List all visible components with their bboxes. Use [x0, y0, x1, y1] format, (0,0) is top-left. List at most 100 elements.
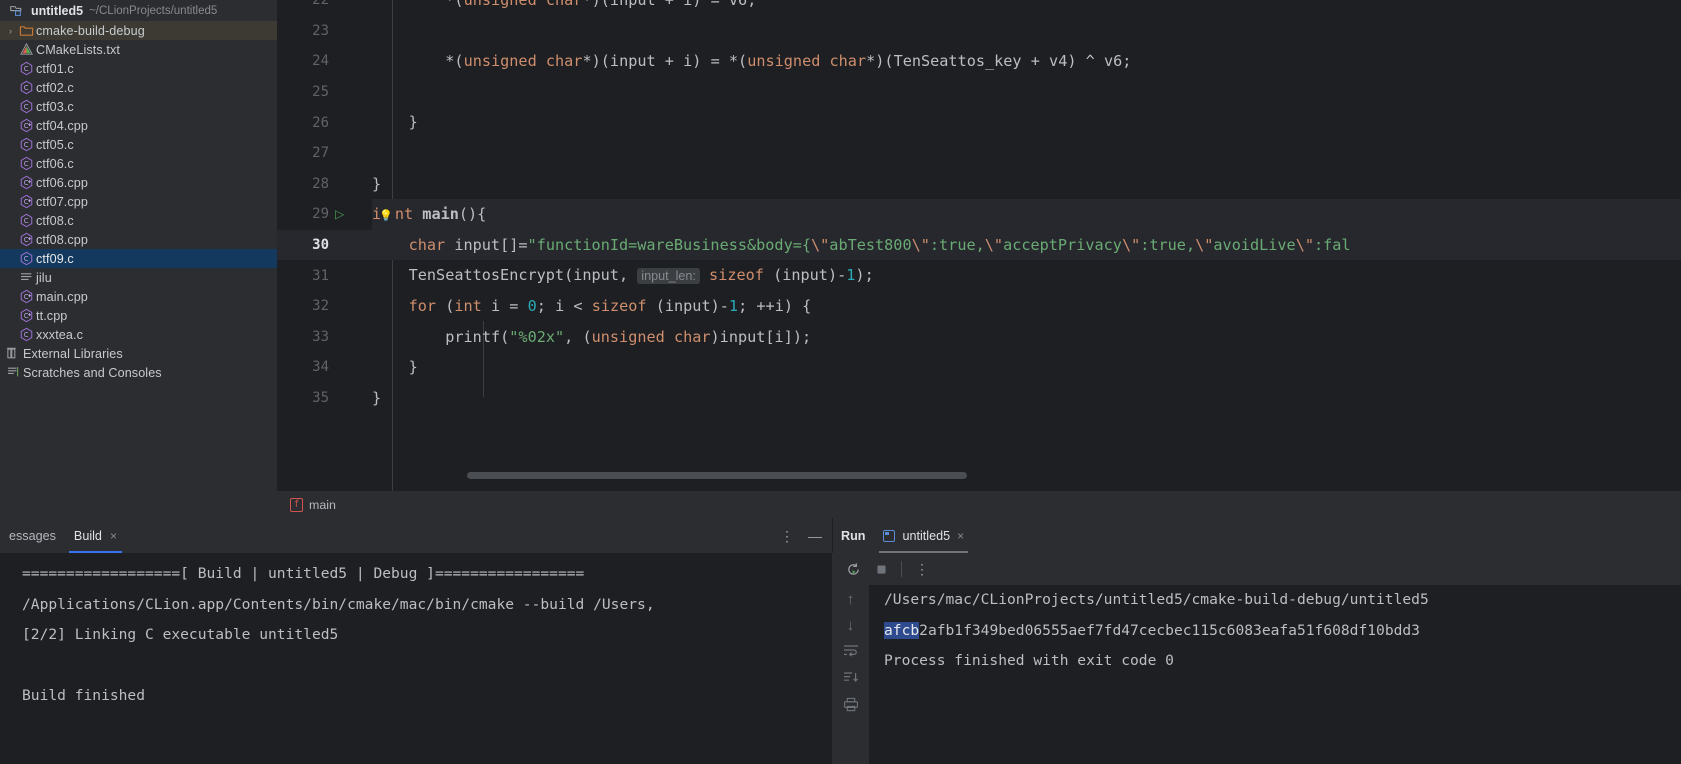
editor-hscrollbar-thumb[interactable]	[467, 472, 967, 479]
code-line-26[interactable]: }	[372, 107, 1681, 138]
gutter-line-27[interactable]: 27	[277, 138, 372, 169]
code-line-25[interactable]	[372, 77, 1681, 108]
tree-item-label: ctf09.c	[36, 251, 74, 266]
editor-gutter[interactable]: 22 23 24 25 26 27 28 29 ▷ 30 31 32 33 34 35	[277, 0, 372, 491]
gutter-line-25[interactable]: 25	[277, 77, 372, 108]
code-line-28[interactable]: }	[372, 169, 1681, 200]
tree-item-ctf09-c[interactable]: Cctf09.c	[0, 249, 277, 268]
build-window-actions[interactable]: ⋮ —	[780, 518, 822, 553]
gutter-line-28[interactable]: 28	[277, 169, 372, 200]
code-line-22[interactable]: *(unsigned char*)(input + i) = v6;	[372, 0, 1681, 16]
gutter-line-31[interactable]: 31	[277, 260, 372, 291]
minimize-icon[interactable]: —	[808, 529, 822, 543]
build-tab-build[interactable]: Build ×	[65, 518, 126, 553]
code-line-32[interactable]: for (int i = 0; i < sizeof (input)-1; ++…	[372, 291, 1681, 322]
soft-wrap-icon[interactable]	[843, 643, 859, 661]
print-icon[interactable]	[843, 697, 859, 716]
tree-item-tt-cpp[interactable]: Ctt.cpp	[0, 306, 277, 325]
gutter-line-33[interactable]: 33	[277, 322, 372, 353]
scroll-down-icon[interactable]: ↓	[847, 617, 855, 634]
code-line-24[interactable]: *(unsigned char*)(input + i) = *(unsigne…	[372, 46, 1681, 77]
tree-item-ctf06-cpp[interactable]: Cctf06.cpp	[0, 173, 277, 192]
tree-item-ctf06-c[interactable]: Cctf06.c	[0, 154, 277, 173]
run-output-line[interactable]: Process finished with exit code 0	[884, 646, 1681, 677]
run-output-line[interactable]: /Users/mac/CLionProjects/untitled5/cmake…	[884, 585, 1681, 616]
project-root-header[interactable]: untitled5 ~/CLionProjects/untitled5	[0, 1, 277, 21]
tree-item-ctf01-c[interactable]: Cctf01.c	[0, 59, 277, 78]
run-console-gutter[interactable]: ↑ ↓	[832, 585, 869, 764]
gutter-line-34[interactable]: 34	[277, 352, 372, 383]
code-token: (	[655, 297, 665, 315]
tree-item-external-libraries[interactable]: External Libraries	[0, 344, 277, 363]
scroll-to-end-icon[interactable]	[843, 670, 859, 688]
code-line-30[interactable]: char input[]="functionId=wareBusiness&bo…	[372, 229, 1681, 261]
build-console-output[interactable]: ==================[ Build | untitled5 | …	[0, 553, 832, 764]
breadcrumb[interactable]: f main	[277, 491, 1681, 518]
tree-item-main-cpp[interactable]: Cmain.cpp	[0, 287, 277, 306]
tree-item-ctf08-cpp[interactable]: Cctf08.cpp	[0, 230, 277, 249]
breadcrumb-label[interactable]: main	[309, 498, 336, 512]
gutter-line-30[interactable]: 30	[277, 229, 372, 261]
project-file-tree[interactable]: › cmake-build-debug CMakeLists.txt Cctf01.c…	[0, 21, 277, 382]
tree-item-scratches-and-consoles[interactable]: Scratches and Consoles	[0, 363, 277, 382]
code-line-29[interactable]: i💡 nt main(){	[372, 199, 1681, 230]
run-gutter-icon[interactable]: ▷	[335, 208, 344, 220]
run-config-tab[interactable]: untitled5 ×	[874, 518, 973, 553]
rerun-icon[interactable]	[840, 556, 866, 582]
editor-code-area[interactable]: *(unsigned char*)(input + i) = v6; *(uns…	[372, 0, 1681, 491]
code-token: +	[664, 52, 674, 71]
build-tool-window[interactable]: essages Build × ⋮ — ==================[ Bu…	[0, 518, 832, 764]
gutter-line-23[interactable]: 23	[277, 16, 372, 47]
stop-icon[interactable]	[868, 556, 894, 582]
gutter-line-32[interactable]: 32	[277, 291, 372, 322]
intention-bulb-icon[interactable]: 💡	[379, 209, 393, 222]
run-console-output[interactable]: /Users/mac/CLionProjects/untitled5/cmake…	[869, 585, 1681, 764]
tree-item-ctf03-c[interactable]: Cctf03.c	[0, 97, 277, 116]
gutter-line-26[interactable]: 26	[277, 107, 372, 138]
tree-item-cmakelists-txt[interactable]: CMakeLists.txt	[0, 40, 277, 59]
code-token: )	[827, 266, 838, 285]
code-line-35[interactable]: }	[372, 383, 1681, 414]
code-token: v6	[728, 0, 748, 9]
tree-item-ctf02-c[interactable]: Cctf02.c	[0, 78, 277, 97]
code-line-31[interactable]: TenSeattosEncrypt(input, input_len: size…	[372, 260, 1681, 291]
gutter-line-22[interactable]: 22	[277, 0, 372, 16]
chevron-right-icon[interactable]: ›	[4, 26, 17, 36]
tree-item-cmake-build-debug[interactable]: › cmake-build-debug	[0, 21, 277, 40]
tree-item-ctf05-c[interactable]: Cctf05.c	[0, 135, 277, 154]
tree-item-xxxtea-c[interactable]: Cxxxtea.c	[0, 325, 277, 344]
run-tool-window[interactable]: Run untitled5 × ⋮ ↑ ↓ /Users/mac/CLionPr…	[832, 518, 1681, 764]
gutter-line-29[interactable]: 29 ▷	[277, 199, 372, 230]
code-token: )	[783, 297, 793, 315]
gutter-line-35[interactable]: 35	[277, 383, 372, 414]
more-options-icon[interactable]: ⋮	[780, 529, 794, 543]
code-line-23[interactable]	[372, 16, 1681, 47]
gutter-line-24[interactable]: 24	[277, 46, 372, 77]
close-icon[interactable]: ×	[110, 529, 117, 543]
svg-text:C: C	[24, 255, 29, 263]
close-icon[interactable]: ×	[957, 529, 964, 543]
code-editor[interactable]: 22 23 24 25 26 27 28 29 ▷ 30 31 32 33 34 35 *(unsigned…	[277, 0, 1681, 491]
run-toolbar[interactable]: ⋮	[832, 553, 1681, 585]
tree-item-ctf08-c[interactable]: Cctf08.c	[0, 211, 277, 230]
build-tab-essages[interactable]: essages	[0, 518, 65, 553]
project-tool-window[interactable]: untitled5 ~/CLionProjects/untitled5 › cma…	[0, 0, 277, 518]
code-line-27[interactable]	[372, 138, 1681, 169]
tree-item-label: ctf07.cpp	[36, 194, 89, 209]
run-output-line[interactable]: afcb2afb1f349bed06555aef7fd47cecbec115c6…	[884, 616, 1681, 647]
editor-hscrollbar-track[interactable]	[372, 472, 1681, 485]
tree-item-label: ctf02.c	[36, 80, 74, 95]
code-line-33[interactable]: printf("%02x", (unsigned char)input[i]);	[372, 322, 1681, 353]
build-tab-strip[interactable]: essages Build ×	[0, 518, 832, 553]
more-options-icon[interactable]: ⋮	[909, 556, 935, 582]
tree-item-ctf07-cpp[interactable]: Cctf07.cpp	[0, 192, 277, 211]
scroll-up-icon[interactable]: ↑	[847, 591, 855, 608]
run-tab-strip[interactable]: Run untitled5 ×	[832, 518, 1681, 553]
tree-item-jilu[interactable]: jilu	[0, 268, 277, 287]
tree-item-ctf04-cpp[interactable]: Cctf04.cpp	[0, 116, 277, 135]
code-line-34[interactable]: }	[372, 352, 1681, 383]
tree-item-label: Scratches and Consoles	[23, 365, 162, 380]
